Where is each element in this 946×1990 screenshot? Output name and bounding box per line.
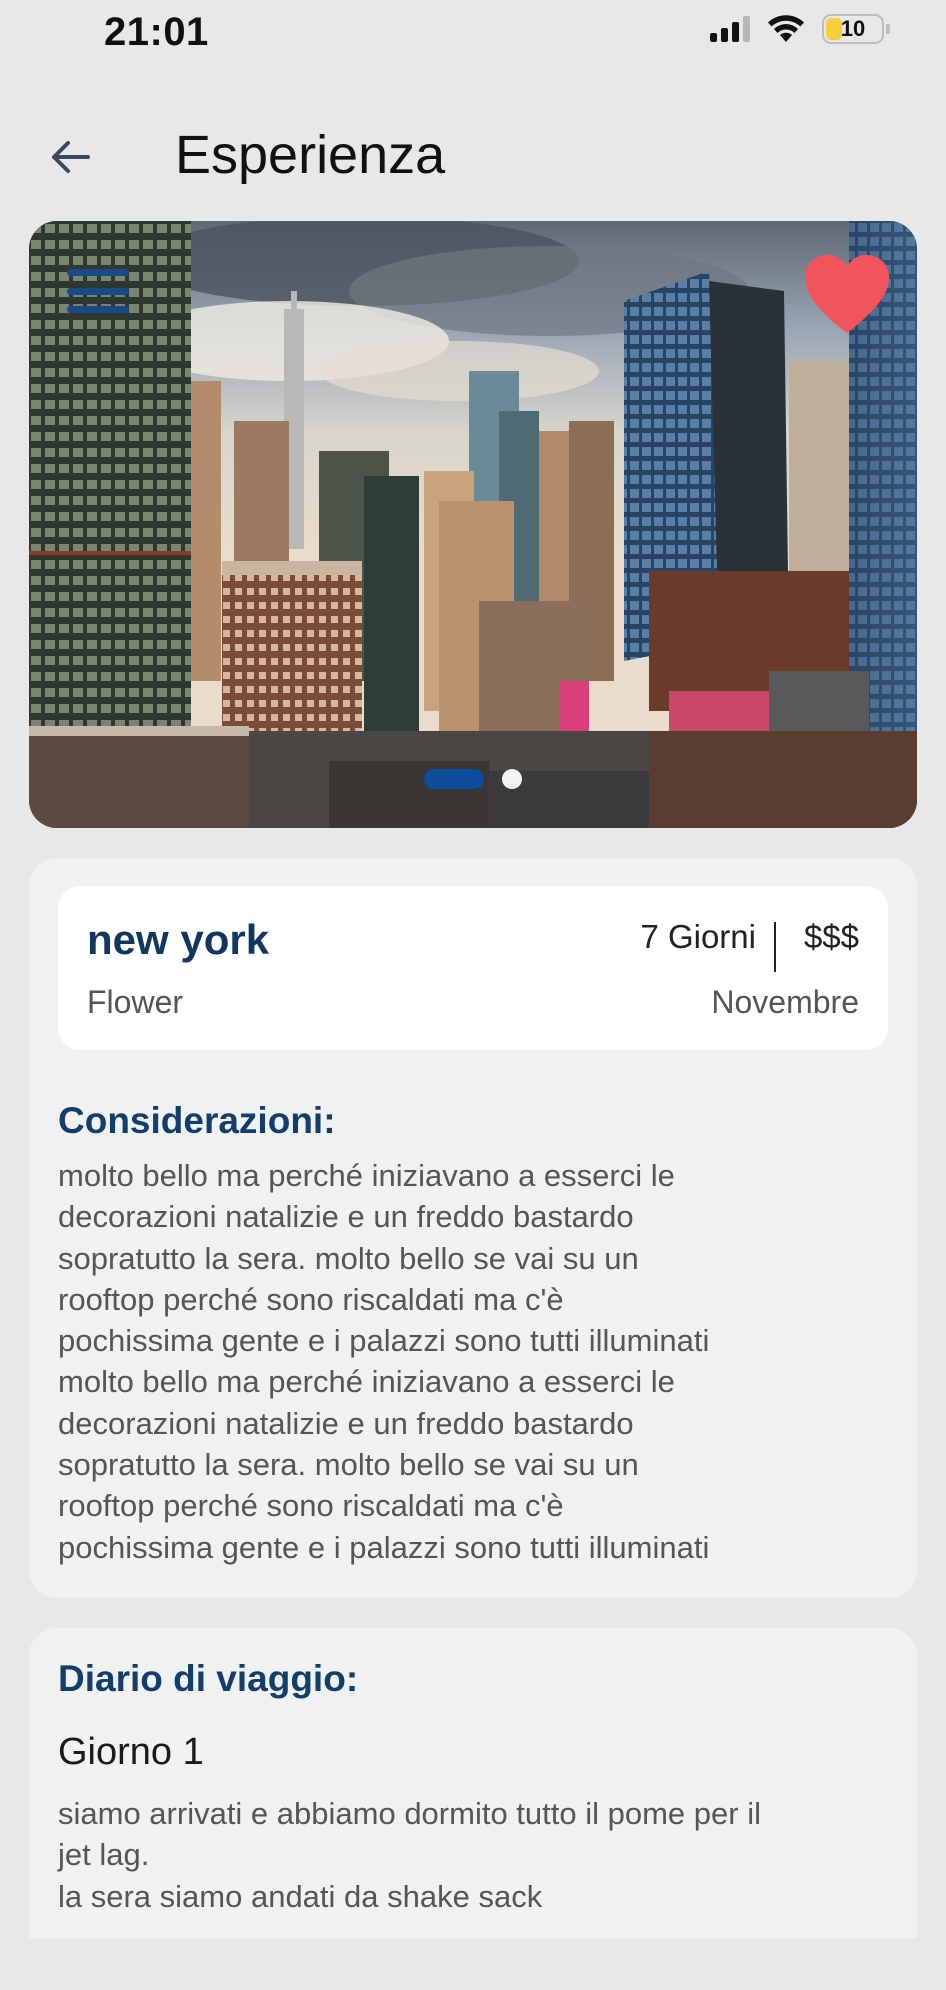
app-header: Esperienza <box>0 112 946 202</box>
arrow-left-icon <box>52 141 90 173</box>
trip-month: Novembre <box>711 984 859 1020</box>
hero-image-carousel[interactable] <box>29 221 917 828</box>
heart-icon <box>805 255 889 333</box>
cellular-signal-icon <box>710 16 750 42</box>
diary-day-text: siamo arrivati e abbiamo dormito tutto i… <box>58 1796 761 1914</box>
city-skyline-photo <box>29 221 917 828</box>
carousel-dot[interactable] <box>502 769 522 789</box>
travel-diary-panel: Diario di viaggio: Giorno 1 siamo arriva… <box>29 1628 917 1938</box>
trip-info-card: new york Flower 7 Giorni $$$ Novembre <box>58 886 888 1050</box>
battery-icon: 10 <box>822 14 890 44</box>
city-name: new york <box>87 916 270 963</box>
trip-subtitle: Flower <box>87 984 184 1020</box>
favorite-button[interactable] <box>803 253 891 337</box>
considerations-title: Considerazioni: <box>58 1100 336 1141</box>
experience-details-panel: new york Flower 7 Giorni $$$ Novembre Co… <box>29 858 917 1598</box>
status-bar: 21:01 10 <box>0 0 946 70</box>
status-icons: 10 <box>710 14 890 44</box>
status-time: 21:01 <box>104 10 209 54</box>
carousel-dot-active[interactable] <box>424 769 484 789</box>
battery-level: 10 <box>840 16 866 41</box>
diary-day-title: Giorno 1 <box>58 1731 204 1773</box>
diary-title: Diario di viaggio: <box>58 1658 359 1699</box>
trip-price: $$$ <box>803 918 859 955</box>
wifi-icon <box>768 15 804 42</box>
hamburger-menu-icon[interactable] <box>67 269 129 313</box>
carousel-indicator <box>424 769 522 789</box>
page-title: Esperienza <box>175 125 446 185</box>
back-button[interactable] <box>40 132 100 182</box>
trip-duration: 7 Giorni <box>640 918 756 955</box>
info-divider <box>773 922 776 972</box>
considerations-text: molto bello ma perché iniziavano a esser… <box>58 1158 710 1565</box>
